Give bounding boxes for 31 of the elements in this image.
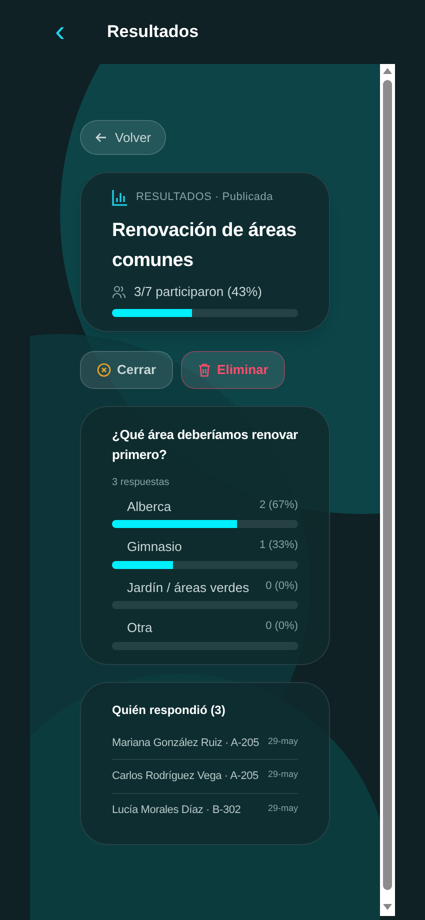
- option-label: Otra: [127, 619, 152, 637]
- question-title: ¿Qué área deberíamos renovar primero?: [112, 426, 298, 464]
- option-result: 2 (67%): [259, 498, 298, 512]
- respondent-name: Carlos Rodríguez Vega · A-205: [112, 769, 258, 784]
- option-label: Jardín / áreas verdes: [127, 578, 250, 596]
- option-result: 1 (33%): [259, 538, 298, 553]
- respondent-name: Lucía Morales Díaz · B-302: [112, 802, 241, 818]
- participation-text: 3/7 participaron (43%): [134, 283, 262, 301]
- response-date: 29-may: [268, 802, 298, 815]
- back-button[interactable]: Volver: [80, 120, 166, 155]
- response-date: 29-may: [268, 768, 298, 781]
- response-date: 29-may: [268, 734, 298, 748]
- section-title: Quién respondió (3): [112, 702, 226, 718]
- left-arrow-icon: [95, 132, 107, 143]
- page-title: Resultados: [107, 21, 199, 44]
- option-result: 0 (0%): [266, 619, 298, 634]
- bar-chart-icon: [112, 189, 128, 206]
- scroll-down-icon[interactable]: [383, 904, 392, 910]
- respondent-name: Mariana González Ruiz · A-205: [112, 736, 260, 750]
- option-label: Gimnasio: [127, 538, 182, 556]
- close-button[interactable]: Cerrar: [80, 350, 174, 388]
- close-circle-icon: [97, 362, 111, 376]
- back-button[interactable]: ‹: [50, 17, 70, 47]
- trash-icon: [198, 362, 212, 376]
- option-label: Alberca: [127, 498, 172, 516]
- scroll-up-icon[interactable]: [383, 68, 392, 74]
- poll-title: Renovación de áreas comunes: [112, 219, 298, 273]
- people-icon: [112, 284, 126, 299]
- response-count: 3 respuestas: [112, 476, 170, 490]
- status-label: RESULTADOS · Publicada: [136, 190, 274, 206]
- option-result: 0 (0%): [266, 578, 298, 594]
